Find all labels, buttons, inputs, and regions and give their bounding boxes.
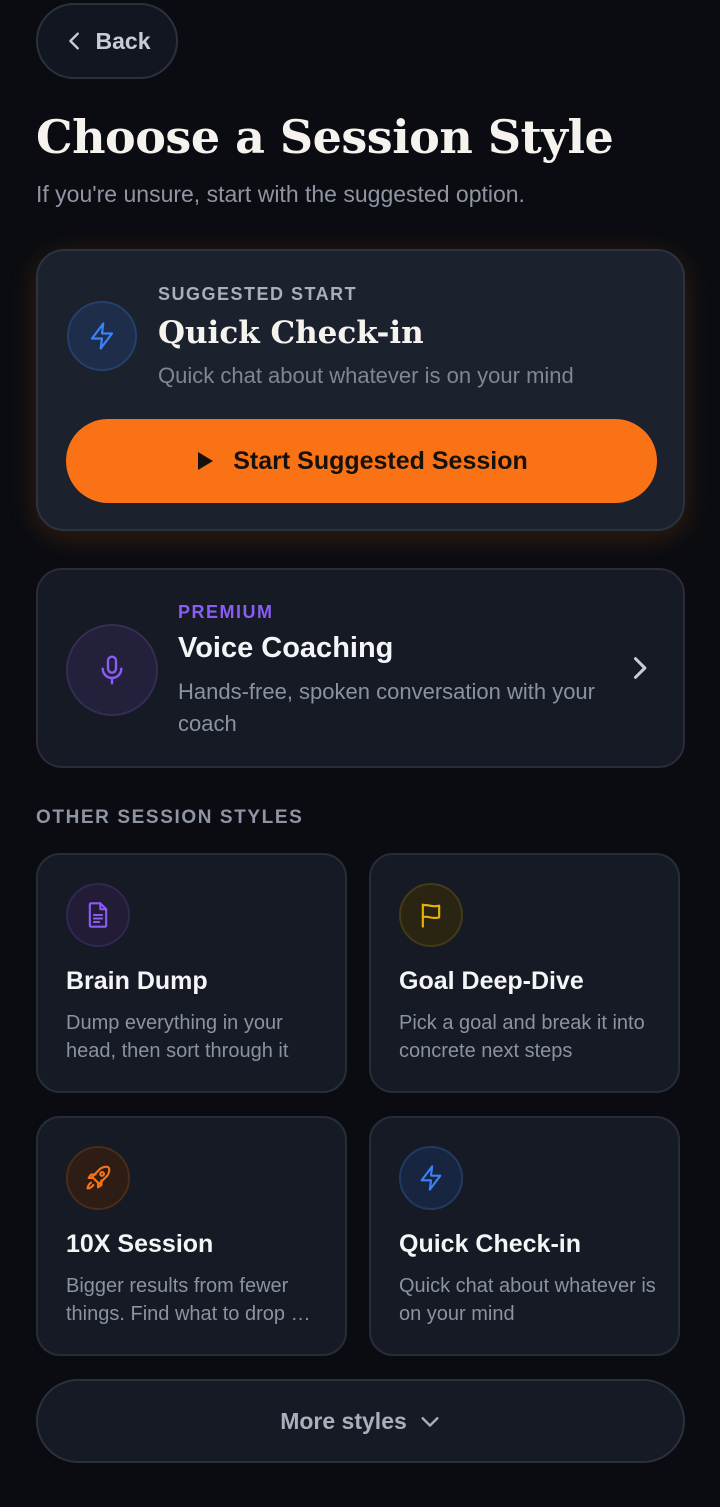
suggested-session-card: SUGGESTED START Quick Check-in Quick cha… bbox=[36, 249, 685, 531]
start-button-label: Start Suggested Session bbox=[233, 446, 528, 475]
card-title: Quick Check-in bbox=[399, 1230, 581, 1258]
back-label: Back bbox=[95, 27, 151, 54]
microphone-icon bbox=[66, 624, 158, 716]
play-icon bbox=[198, 452, 214, 470]
lightning-icon bbox=[67, 301, 137, 371]
chevron-down-icon bbox=[421, 1417, 439, 1427]
page-title: Choose a Session Style bbox=[36, 110, 614, 164]
card-description: Dump everything in your head, then sort … bbox=[66, 1012, 289, 1062]
card-description: Pick a goal and break it into concrete n… bbox=[399, 1012, 645, 1062]
premium-title: Voice Coaching bbox=[178, 632, 394, 664]
card-description: Bigger results from fewer things. Find w… bbox=[66, 1275, 311, 1325]
more-styles-button[interactable]: More styles bbox=[36, 1379, 685, 1463]
10x-session-card[interactable]: 10X Session Bigger results from fewer th… bbox=[36, 1116, 347, 1356]
lightning-icon bbox=[399, 1146, 463, 1210]
other-styles-label: OTHER SESSION STYLES bbox=[36, 807, 304, 828]
flag-icon bbox=[399, 883, 463, 947]
premium-description: Hands-free, spoken conversation with you… bbox=[178, 679, 595, 736]
chevron-right-icon bbox=[633, 657, 647, 679]
page-subtitle: If you're unsure, start with the suggest… bbox=[36, 181, 525, 207]
start-suggested-session-button[interactable]: Start Suggested Session bbox=[66, 419, 657, 503]
card-title: Goal Deep-Dive bbox=[399, 967, 584, 995]
suggested-description: Quick chat about whatever is on your min… bbox=[158, 363, 574, 388]
brain-dump-card[interactable]: Brain Dump Dump everything in your head,… bbox=[36, 853, 347, 1093]
chevron-left-icon bbox=[68, 32, 79, 50]
card-title: 10X Session bbox=[66, 1230, 214, 1258]
document-icon bbox=[66, 883, 130, 947]
premium-badge: PREMIUM bbox=[178, 602, 274, 622]
suggested-eyebrow: SUGGESTED START bbox=[158, 284, 358, 304]
card-title: Brain Dump bbox=[66, 967, 208, 995]
back-button[interactable]: Back bbox=[36, 3, 178, 79]
card-description: Quick chat about whatever is on your min… bbox=[399, 1275, 656, 1325]
goal-deep-dive-card[interactable]: Goal Deep-Dive Pick a goal and break it … bbox=[369, 853, 680, 1093]
rocket-icon bbox=[66, 1146, 130, 1210]
voice-coaching-card[interactable]: PREMIUM Voice Coaching Hands-free, spoke… bbox=[36, 568, 685, 768]
quick-check-in-card[interactable]: Quick Check-in Quick chat about whatever… bbox=[369, 1116, 680, 1356]
suggested-title: Quick Check-in bbox=[158, 315, 424, 351]
more-styles-label: More styles bbox=[280, 1407, 407, 1434]
